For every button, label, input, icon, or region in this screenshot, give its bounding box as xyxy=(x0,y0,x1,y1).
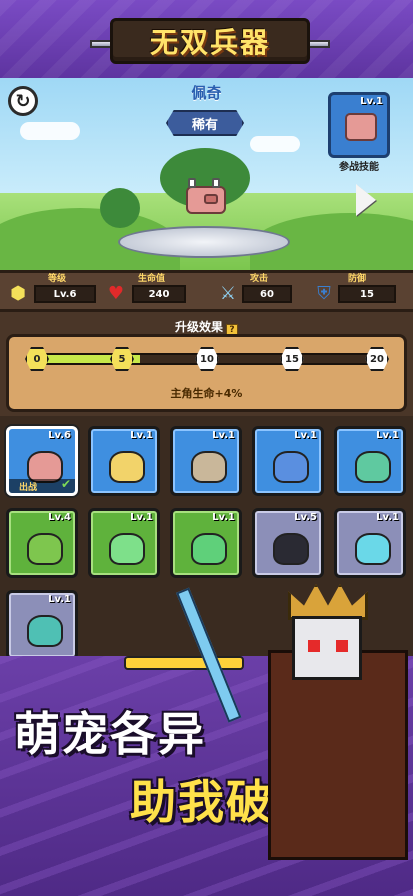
top-banner: 无双兵器 xyxy=(0,0,413,78)
action-button[interactable] xyxy=(124,656,244,670)
skeleton-king-character xyxy=(176,580,408,860)
milestone-node: 15 xyxy=(280,347,304,371)
game-title: 无双兵器 xyxy=(149,26,270,59)
mushroom-icon xyxy=(27,615,63,647)
pet-card-leaf-slime[interactable]: Lv.1 xyxy=(170,508,242,578)
leaf-slime-icon xyxy=(191,533,227,565)
stat-attack: ⚔ 攻击 60 xyxy=(216,273,294,309)
pet-card-yellow-chick[interactable]: Lv.1 xyxy=(88,426,160,496)
milestone-node: 10 xyxy=(195,347,219,371)
pet-scene: ↻ 佩奇 稀有 Lv.1 参战技能 xyxy=(0,78,413,270)
mushroom-icon xyxy=(355,451,391,483)
pet-card-green-slime[interactable]: Lv.1 xyxy=(88,508,160,578)
pet-card-pufferfish[interactable]: Lv.1 xyxy=(252,426,324,496)
pufferfish-icon xyxy=(273,451,309,483)
pet-card-green-mushroom[interactable]: Lv.1 xyxy=(334,426,406,496)
eye xyxy=(336,640,348,652)
crow-icon xyxy=(273,533,309,565)
upgrade-panel: 升级效果? 0 5 10 15 20 主角生命+4% xyxy=(0,312,413,416)
chick-icon xyxy=(109,451,145,483)
blue-slime-icon xyxy=(355,533,391,565)
pet-pedestal xyxy=(118,226,290,258)
upgrade-box: 0 5 10 15 20 主角生命+4% xyxy=(6,334,407,412)
slime-icon xyxy=(109,533,145,565)
shield-icon: ⛨ xyxy=(317,282,331,304)
skull-icon xyxy=(292,616,362,680)
cloud xyxy=(20,122,80,140)
stats-bar: ⬢ 等级 Lv.6 ♥ 生命值 240 ⚔ 攻击 60 ⛨ 防御 15 xyxy=(0,270,413,312)
bonus-text: 主角生命+4% xyxy=(170,387,243,400)
heart-icon: ♥ xyxy=(107,282,125,304)
pet-card-frog[interactable]: Lv.4 xyxy=(6,508,78,578)
arrow-right-icon[interactable] xyxy=(356,184,376,216)
sword-icon: ⚔ xyxy=(219,282,237,304)
stat-defense: ⛨ 防御 15 xyxy=(312,273,398,309)
pet-card-pig[interactable]: Lv.6 出战 ✔ xyxy=(6,426,78,496)
frog-icon xyxy=(27,533,63,565)
title-plate: 无双兵器 xyxy=(110,18,310,64)
stat-hp: ♥ 生命值 240 xyxy=(104,273,188,309)
owl-icon xyxy=(191,451,227,483)
pet-card-crow[interactable]: Lv.5 xyxy=(252,508,324,578)
check-icon: ✔ xyxy=(60,477,71,491)
eye xyxy=(308,640,320,652)
hexagon-level-icon: ⬢ xyxy=(10,282,26,304)
pet-card-blue-slime[interactable]: Lv.1 xyxy=(334,508,406,578)
milestone-node: 0 xyxy=(25,347,49,371)
pet-card-teal-mushroom[interactable]: Lv.1 xyxy=(6,590,78,660)
pig-pet-sprite[interactable] xyxy=(182,176,228,216)
crown-icon xyxy=(288,584,368,620)
milestone-node: 20 xyxy=(365,347,389,371)
skill-level: Lv.1 xyxy=(360,96,383,107)
promo-headline: 萌宠各异 xyxy=(14,707,206,761)
skill-label: 参战技能 xyxy=(339,162,379,173)
stat-level: ⬢ 等级 Lv.6 xyxy=(6,273,98,309)
milestone-node: 5 xyxy=(110,347,134,371)
skill-card[interactable]: Lv.1 xyxy=(328,92,390,158)
bush xyxy=(100,188,140,228)
rarity-badge: 稀有 xyxy=(166,110,244,136)
cloud xyxy=(250,136,300,152)
cape xyxy=(268,650,408,860)
pig-icon xyxy=(345,113,377,141)
pet-card-owl[interactable]: Lv.1 xyxy=(170,426,242,496)
